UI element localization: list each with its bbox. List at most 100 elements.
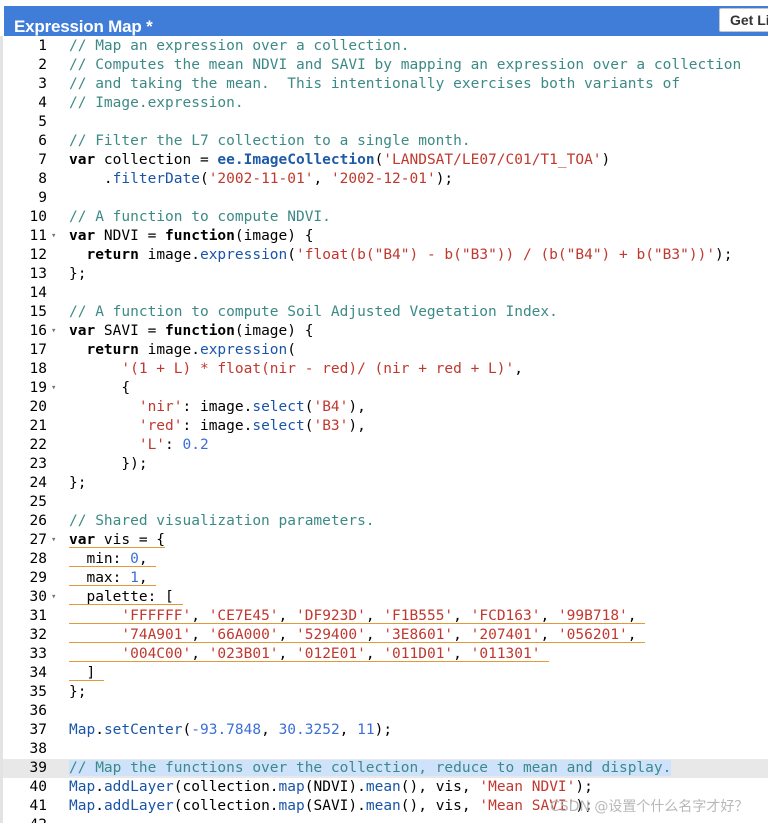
code-token: // Map an expression over a collection.	[69, 38, 410, 54]
code-line[interactable]: 5	[3, 113, 768, 132]
line-number: 26	[29, 513, 47, 529]
code-line[interactable]: 17 return image.expression(	[3, 341, 768, 360]
code-token: ,	[627, 627, 646, 643]
code-line[interactable]: 14	[3, 284, 768, 303]
code-text: // Shared visualization parameters.	[69, 512, 375, 531]
fold-toggle-icon[interactable]: ▾	[51, 322, 61, 341]
code-line[interactable]: 28 min: 0,	[3, 550, 768, 569]
line-number: 1	[38, 38, 47, 54]
code-line[interactable]: 30 ▾ palette: [	[3, 588, 768, 607]
code-line[interactable]: 20 'nir': image.select('B4'),	[3, 398, 768, 417]
code-token: var	[69, 532, 96, 548]
code-line[interactable]: 4 // Image.expression.	[3, 94, 768, 113]
code-text: '(1 + L) * float(nir - red)/ (nir + red …	[69, 360, 523, 379]
code-token: '529400'	[296, 627, 366, 643]
fold-toggle-icon[interactable]: ▾	[51, 588, 61, 607]
code-line[interactable]: 32 '74A901', '66A000', '529400', '3E8601…	[3, 626, 768, 645]
code-token: '2002-12-01'	[330, 171, 436, 187]
code-token: )	[601, 152, 611, 168]
code-token: (), vis,	[400, 779, 480, 795]
code-token: : image.	[182, 418, 253, 434]
code-text: // Computes the mean NDVI and SAVI by ma…	[69, 56, 741, 75]
fold-toggle-icon[interactable]: ▾	[51, 227, 61, 246]
code-line[interactable]: 12 return image.expression('float(b("B4"…	[3, 246, 768, 265]
code-line[interactable]: 31 'FFFFFF', 'CE7E45', 'DF923D', 'F1B555…	[3, 607, 768, 626]
code-line[interactable]: 25	[3, 493, 768, 512]
code-line[interactable]: 33 '004C00', '023B01', '012E01', '011D01…	[3, 645, 768, 664]
code-line[interactable]: 23 });	[3, 455, 768, 474]
code-line[interactable]: 19 ▾ {	[3, 379, 768, 398]
code-token: 'red'	[138, 418, 183, 434]
get-link-button[interactable]: Get Li	[719, 8, 768, 32]
code-line[interactable]: 38	[3, 740, 768, 759]
code-token: (	[287, 342, 297, 358]
code-line[interactable]: 35};	[3, 683, 768, 702]
code-line[interactable]: 15 // A function to compute Soil Adjusted…	[3, 303, 768, 322]
code-token: '3E8601'	[383, 627, 454, 643]
code-text: var NDVI = function(image) {	[69, 227, 313, 246]
code-token: var	[69, 228, 96, 244]
code-text: return image.expression(	[69, 341, 296, 360]
code-line[interactable]: 24};	[3, 474, 768, 493]
code-token: '66A000'	[208, 627, 279, 643]
line-number: 27	[29, 532, 47, 548]
fold-toggle-icon[interactable]: ▾	[51, 379, 61, 398]
code-line[interactable]: 34 ]	[3, 664, 768, 683]
code-token: min:	[69, 551, 131, 567]
code-line[interactable]: 1 // Map an expression over a collection.	[3, 37, 768, 56]
code-token: '(1 + L) * float(nir - red)/ (nir + red …	[121, 361, 515, 377]
code-token: );	[715, 247, 733, 263]
code-token: filterDate	[112, 171, 200, 187]
code-line[interactable]: 16 ▾ var SAVI = function(image) {	[3, 322, 768, 341]
code-line[interactable]: 42	[3, 816, 768, 823]
code-token: 'float(b("B4") - b("B3")) / (b("B4") + b…	[296, 247, 716, 263]
code-token: addLayer	[103, 779, 174, 795]
code-line[interactable]: 26 // Shared visualization parameters.	[3, 512, 768, 531]
code-text: 'L': 0.2	[69, 436, 209, 455]
code-token: // Shared visualization parameters.	[69, 513, 375, 529]
script-title: Expression Map *	[14, 17, 153, 36]
code-line[interactable]: 22 'L': 0.2	[3, 436, 768, 455]
line-number: 40	[29, 779, 47, 795]
code-line[interactable]: 39 // Map the functions over the collecti…	[3, 759, 768, 778]
code-line[interactable]: 37 Map.setCenter(-93.7848, 30.3252, 11);	[3, 721, 768, 740]
code-line[interactable]: 8 .filterDate('2002-11-01', '2002-12-01'…	[3, 170, 768, 189]
code-token: 0	[130, 551, 139, 567]
code-line[interactable]: 9	[3, 189, 768, 208]
code-token: max:	[69, 570, 131, 586]
code-line[interactable]: 27 ▾ var vis = {	[3, 531, 768, 550]
code-token: ,	[453, 627, 471, 643]
code-token: ,	[514, 361, 523, 377]
code-token: // Map the functions over the collection…	[69, 760, 672, 776]
line-number: 12	[29, 247, 47, 263]
code-line[interactable]: 10 // A function to compute NDVI.	[3, 208, 768, 227]
line-number: 38	[29, 741, 47, 757]
code-editor[interactable]: 1 // Map an expression over a collection.…	[3, 37, 768, 823]
code-text: };	[69, 474, 86, 493]
code-token: 11	[357, 722, 375, 738]
code-token: (	[182, 722, 192, 738]
code-line[interactable]: 11 ▾ var NDVI = function(image) {	[3, 227, 768, 246]
code-line[interactable]: 21 'red': image.select('B3'),	[3, 417, 768, 436]
code-line[interactable]: 6 // Filter the L7 collection to a single…	[3, 132, 768, 151]
code-token: '74A901'	[121, 627, 192, 643]
code-token: expression	[199, 342, 288, 358]
code-line[interactable]: 7 var collection = ee.ImageCollection('LA…	[3, 151, 768, 170]
code-line[interactable]: 13};	[3, 265, 768, 284]
line-number: 22	[29, 437, 47, 453]
code-token: (	[287, 247, 297, 263]
code-token: return	[86, 342, 139, 358]
code-line[interactable]: 29 max: 1,	[3, 569, 768, 588]
code-line[interactable]: 36	[3, 702, 768, 721]
code-token: (SAVI).	[304, 798, 366, 814]
code-text: // Map an expression over a collection.	[69, 37, 409, 56]
code-line[interactable]: 2 // Computes the mean NDVI and SAVI by m…	[3, 56, 768, 75]
fold-toggle-icon[interactable]: ▾	[51, 531, 61, 550]
code-line[interactable]: 18 '(1 + L) * float(nir - red)/ (nir + r…	[3, 360, 768, 379]
code-token: 'Mean NDVI'	[479, 779, 576, 795]
code-line[interactable]: 3 // and taking the mean. This intentiona…	[3, 75, 768, 94]
code-token: ,	[278, 627, 297, 643]
code-line[interactable]: 40 Map.addLayer(collection.map(NDVI).mean…	[3, 778, 768, 797]
